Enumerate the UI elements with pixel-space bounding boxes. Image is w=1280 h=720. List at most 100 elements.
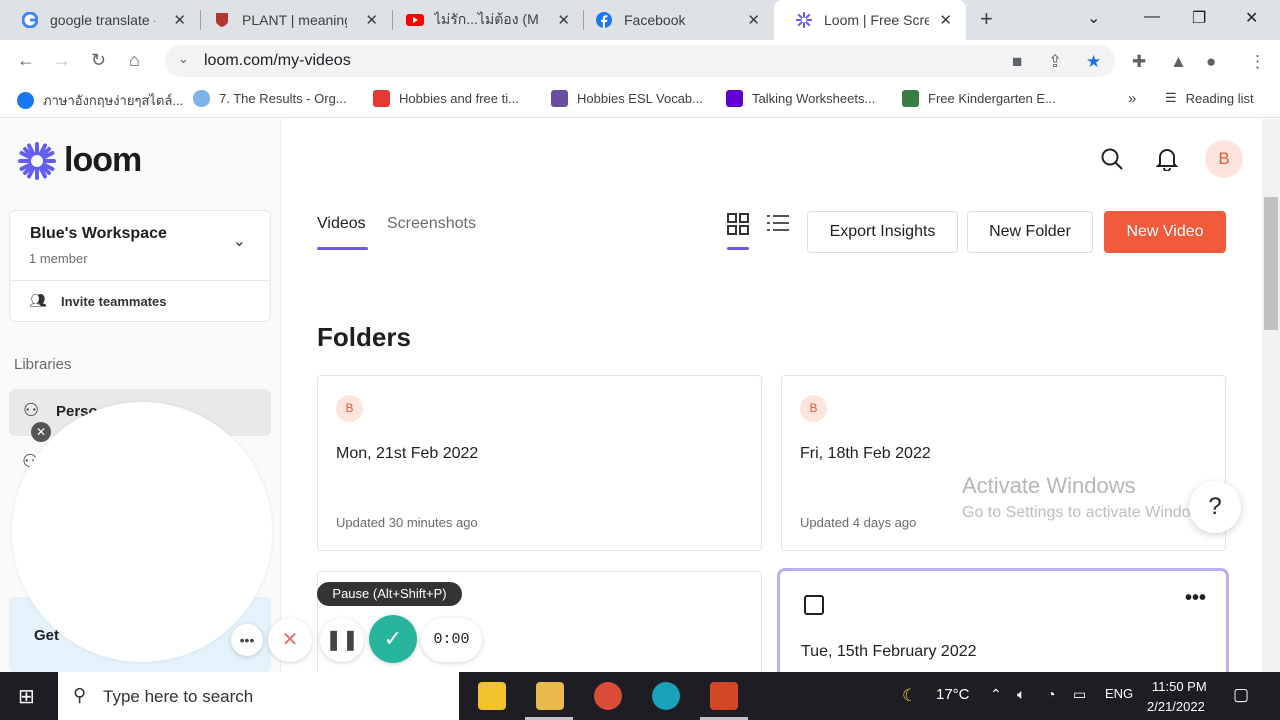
share-icon[interactable]: ⇪ <box>1048 52 1062 72</box>
tab-facebook[interactable]: Facebook ✕ <box>574 0 774 40</box>
forward-icon[interactable]: → <box>53 50 71 71</box>
folder-updated: Updated 4 days ago <box>800 515 917 530</box>
taskbar-search[interactable]: ⚲ Type here to search <box>58 672 459 720</box>
battery-icon[interactable]: ▭ <box>1073 686 1086 703</box>
close-window-icon[interactable]: ✕ <box>1245 8 1258 28</box>
minimize-icon[interactable]: — <box>1144 8 1160 26</box>
member-count: 1 member <box>29 251 88 266</box>
scrollbar-thumb[interactable] <box>1264 197 1278 330</box>
new-folder-button[interactable]: New Folder <box>967 211 1093 253</box>
loom-icon <box>796 12 812 28</box>
more-bookmarks-icon[interactable]: » <box>1128 90 1136 107</box>
bookmark-item[interactable]: Hobbies and free ti... <box>373 90 519 107</box>
edge-icon[interactable] <box>652 682 680 710</box>
finish-recording-icon[interactable]: ✓ <box>369 615 417 663</box>
close-tab-icon[interactable]: ✕ <box>557 11 570 29</box>
list-view-icon[interactable] <box>767 213 789 239</box>
recorder-more-icon[interactable]: ••• <box>231 624 263 656</box>
select-checkbox[interactable] <box>804 595 824 615</box>
temperature[interactable]: 17°C <box>936 686 970 703</box>
camera-icon[interactable]: ■ <box>1012 52 1022 72</box>
menu-icon[interactable]: ⋮ <box>1249 52 1266 72</box>
folders-heading: Folders <box>317 322 411 352</box>
tab-youtube[interactable]: ไม่รัก...ไม่ต้อง (Mai R ✕ <box>384 0 584 40</box>
new-video-button[interactable]: New Video <box>1104 211 1226 253</box>
bookmark-item[interactable]: ภาษาอังกฤษง่ายๆสไตล์... <box>17 90 183 111</box>
export-insights-button[interactable]: Export Insights <box>807 211 958 253</box>
avatar[interactable]: B <box>1205 140 1243 178</box>
clock-date[interactable]: 2/21/2022 <box>1147 699 1205 714</box>
close-tab-icon[interactable]: ✕ <box>939 11 952 29</box>
wifi-icon[interactable]: ◔ <box>1047 686 1055 702</box>
profile-icon[interactable]: ● <box>1206 52 1216 72</box>
loom-page: loom Blue's Workspace 1 member ⌄ 👥︎ Invi… <box>0 119 1262 672</box>
activate-windows-title: Activate Windows <box>962 473 1136 498</box>
cancel-recording-icon[interactable]: ✕ <box>268 618 312 662</box>
bookmark-item[interactable]: 7. The Results - Org... <box>193 90 347 107</box>
volume-icon[interactable]: 🔈︎ <box>1017 686 1025 703</box>
restore-icon[interactable]: ❐ <box>1192 8 1206 28</box>
clock-time[interactable]: 11:50 PM <box>1152 679 1207 694</box>
tab-videos[interactable]: Videos <box>317 215 366 233</box>
active-view-underline <box>727 247 749 250</box>
close-tab-icon[interactable]: ✕ <box>173 11 186 29</box>
youtube-icon <box>406 12 424 28</box>
chrome-icon[interactable] <box>594 682 622 710</box>
video-card-selected[interactable]: ••• Tue, 15th February 2022 <box>777 568 1229 672</box>
folder-card[interactable]: B Mon, 21st Feb 2022 Updated 30 minutes … <box>317 375 762 551</box>
cloud-icon <box>193 90 210 107</box>
close-tab-icon[interactable]: ✕ <box>747 11 760 29</box>
eslprintables-icon <box>373 90 390 107</box>
reading-list[interactable]: ☰ Reading list <box>1165 90 1254 106</box>
search-icon[interactable] <box>1100 147 1124 177</box>
notifications-icon[interactable]: ▢ <box>1233 685 1249 705</box>
close-bubble-icon[interactable]: ✕ <box>31 422 51 442</box>
folder-title: Mon, 21st Feb 2022 <box>336 445 479 462</box>
back-icon[interactable]: ← <box>17 50 35 71</box>
vocab-icon <box>551 90 568 107</box>
bookmark-item[interactable]: Talking Worksheets... <box>726 90 875 107</box>
help-button[interactable]: ? <box>1189 481 1241 533</box>
tab-plant[interactable]: PLANT | meaning o ✕ <box>192 0 392 40</box>
address-bar[interactable]: ⌄ loom.com/my-videos <box>165 45 1115 77</box>
tab-google-translate[interactable]: google translate - ✕ <box>0 0 200 40</box>
workspace-switcher[interactable]: Blue's Workspace 1 member ⌄ 👥︎ Invite te… <box>9 210 271 322</box>
labs-icon[interactable]: ▲ <box>1170 52 1187 72</box>
show-hidden-icons-icon[interactable]: ⌃ <box>990 686 1002 703</box>
home-icon[interactable]: ⌂ <box>129 50 140 71</box>
weather-icon[interactable]: ☾ <box>902 686 917 706</box>
bookmark-star-icon[interactable]: ★ <box>1086 52 1101 72</box>
bookmark-item[interactable]: Free Kindergarten E... <box>902 90 1056 107</box>
invite-teammates-link[interactable]: Invite teammates <box>61 294 167 309</box>
input-language[interactable]: ENG <box>1105 686 1133 701</box>
powerpoint-icon[interactable] <box>710 682 738 710</box>
sticky-notes-icon[interactable] <box>478 682 506 710</box>
facebook-icon <box>17 92 34 109</box>
grid-view-icon[interactable] <box>727 213 749 241</box>
extensions-icon[interactable]: ✚ <box>1132 52 1146 72</box>
folder-card[interactable]: B Fri, 18th Feb 2022 Updated 4 days ago <box>781 375 1226 551</box>
loom-logo[interactable]: loom <box>18 141 142 180</box>
folder-updated: Updated 30 minutes ago <box>336 515 478 530</box>
close-tab-icon[interactable]: ✕ <box>365 11 378 29</box>
new-tab-icon[interactable]: + <box>980 6 993 32</box>
chevron-down-icon[interactable]: ⌄ <box>233 231 246 251</box>
workspace-name: Blue's Workspace <box>30 225 167 242</box>
file-explorer-icon[interactable] <box>536 682 564 710</box>
bookmark-item[interactable]: Hobbies ESL Vocab... <box>551 90 703 107</box>
site-info-icon[interactable]: ⌄ <box>178 51 189 67</box>
pause-icon[interactable]: ❚❚ <box>320 618 364 662</box>
reload-icon[interactable]: ↻ <box>91 50 106 71</box>
avatar: B <box>800 395 827 422</box>
tab-loom[interactable]: Loom | Free Screen ✕ <box>774 0 966 40</box>
tab-screenshots[interactable]: Screenshots <box>387 215 476 233</box>
facebook-icon <box>596 12 612 28</box>
notification-bell-icon[interactable] <box>1155 147 1179 177</box>
camera-bubble[interactable] <box>12 402 272 662</box>
windows-start-icon[interactable]: ⊞ <box>18 684 35 709</box>
recording-timer: 0:00 <box>421 618 482 662</box>
kindergarten-icon <box>902 90 919 107</box>
search-icon: ⚲ <box>73 685 87 705</box>
tab-search-icon[interactable]: ⌄ <box>1087 8 1100 28</box>
more-options-icon[interactable]: ••• <box>1185 587 1206 610</box>
